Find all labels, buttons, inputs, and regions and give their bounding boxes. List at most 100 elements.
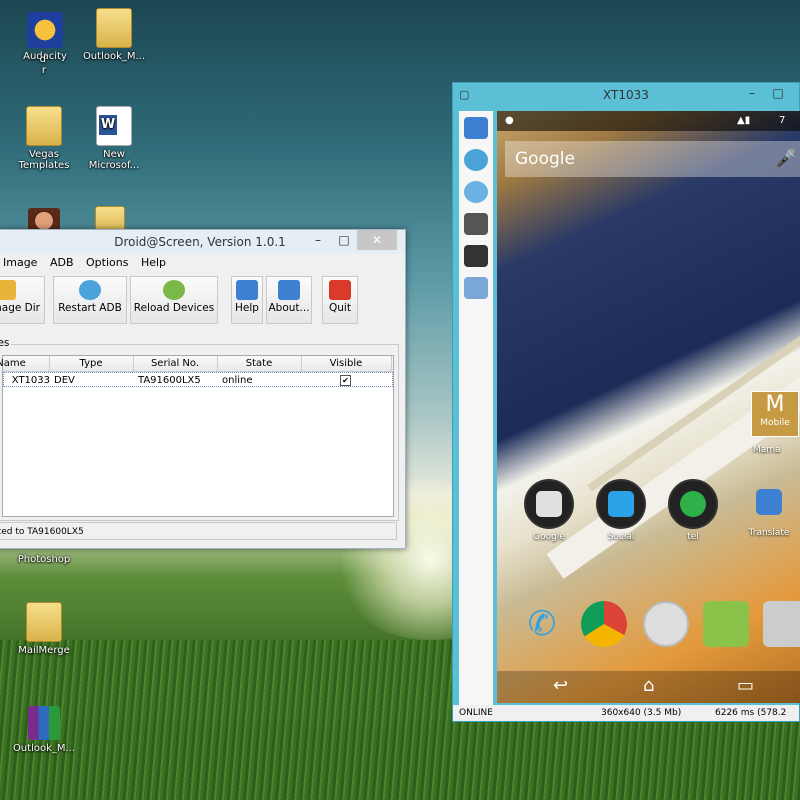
phone-window-titlebar[interactable]: ▢ XT1033 – □: [453, 83, 799, 107]
menu-image[interactable]: Image: [3, 256, 37, 269]
camera-app-icon[interactable]: [763, 601, 800, 647]
home-icon[interactable]: ⌂: [643, 675, 654, 696]
camera-capture-icon[interactable]: [464, 213, 488, 235]
reload-devices-button[interactable]: Reload Devices: [130, 276, 218, 324]
whatsapp-icon: [668, 479, 718, 529]
menu-options[interactable]: Options: [86, 256, 128, 269]
table-row[interactable]: XT1033 DEV TA91600LX5 online ✔: [3, 372, 393, 387]
droid-window-titlebar[interactable]: Droid@Screen, Version 1.0.1 – □ ✕: [0, 230, 405, 254]
app-label: tel: [687, 532, 699, 542]
microphone-icon[interactable]: 🎤: [776, 141, 797, 177]
desktop-icon-label: New Microsof...: [88, 149, 140, 171]
menu-help[interactable]: Help: [141, 256, 166, 269]
word-document-icon: [96, 106, 132, 146]
button-label: Quit: [329, 302, 351, 314]
mobile-widget-icon: M: [765, 392, 785, 417]
device-state-cell: online: [222, 375, 253, 386]
devices-table: Name Type Serial No. State Visible XT103…: [0, 355, 394, 517]
restart-adb-button[interactable]: Restart ADB: [53, 276, 127, 324]
folder-icon: [0, 280, 16, 300]
devices-group-label: Devices: [0, 337, 12, 349]
desktop-icon-label: Outlook_M...: [12, 743, 76, 754]
zoom-icon[interactable]: [464, 181, 488, 203]
column-header-visible[interactable]: Visible: [301, 356, 392, 371]
phone-window: ▢ XT1033 – □ ● 7 ▲▮ Google 🎤 M Mobile Ma…: [452, 82, 800, 722]
app-tel[interactable]: tel: [663, 479, 723, 542]
device-type-cell: DEV: [54, 375, 75, 386]
desktop-icon-outlook-m[interactable]: Outlook_M...: [72, 8, 156, 62]
folder-icon: [26, 106, 62, 146]
droid-status-bar: Connected to TA91600LX5: [0, 522, 397, 540]
app-google[interactable]: Google: [519, 479, 579, 542]
image-dir-button[interactable]: Image Dir: [0, 276, 45, 324]
quit-button[interactable]: Quit: [322, 276, 358, 324]
column-header-type[interactable]: Type: [49, 356, 134, 371]
audacity-icon: [27, 12, 63, 48]
google-search-bar[interactable]: Google 🎤: [505, 141, 800, 177]
button-label: Image Dir: [0, 302, 40, 314]
android-nav-bar: ↩ ⌂ ▭: [497, 671, 800, 703]
reload-icon: [163, 280, 185, 300]
help-button[interactable]: Help: [231, 276, 263, 324]
timing-text: 6226 ms (578.2: [715, 708, 787, 718]
close-button[interactable]: ✕: [357, 230, 397, 250]
devices-group: Devices Name Type Serial No. State Visib…: [0, 337, 399, 521]
android-icon: ▢: [459, 88, 470, 101]
desktop-icon-photoshop[interactable]: Photoshop: [2, 554, 86, 565]
column-header-state[interactable]: State: [217, 356, 302, 371]
desktop-icon-outlook-m-2[interactable]: Outlook_M...: [2, 706, 86, 754]
droid-window-title: Droid@Screen, Version 1.0.1: [114, 235, 286, 249]
phone-screen[interactable]: ● 7 ▲▮ Google 🎤 M Mobile Mama Google Soc…: [497, 111, 800, 703]
maximize-button[interactable]: □: [765, 83, 791, 103]
connection-state-text: ONLINE: [459, 708, 493, 718]
menu-adb[interactable]: ADB: [50, 256, 74, 269]
about-button[interactable]: About...: [266, 276, 312, 324]
minimize-button[interactable]: –: [305, 230, 331, 250]
app-social[interactable]: Social: [591, 479, 651, 542]
android-status-bar: ● 7 ▲▮: [497, 111, 800, 131]
column-header-serial[interactable]: Serial No.: [133, 356, 218, 371]
signal-icon: ▲▮: [737, 115, 751, 126]
mobile-widget[interactable]: M Mobile: [751, 391, 799, 437]
desktop-icon-partial-d[interactable]: d r: [0, 54, 46, 76]
phone-status-bar: ONLINE 360x640 (3.5 Mb) 6226 ms (578.2: [453, 705, 799, 721]
translate-icon: [746, 479, 792, 525]
droid-toolbar: Image Dir Restart ADB Reload Devices Hel…: [0, 272, 405, 324]
droid-menubar: Image ADB Options Help: [0, 254, 405, 272]
button-label: About...: [268, 302, 310, 314]
desktop-icon-mailmerge[interactable]: MailMerge: [2, 602, 86, 656]
chrome-app-icon[interactable]: [581, 601, 627, 647]
desktop-icon-label: Outlook_M...: [82, 51, 146, 62]
mobile-widget-label: Mobile: [760, 418, 790, 428]
device-name-cell: XT1033: [11, 375, 50, 386]
checkbox-check-icon: ✔: [340, 375, 351, 386]
desktop: Audacity Outlook_M... d r Vegas Template…: [0, 0, 800, 800]
twitter-icon: [596, 479, 646, 529]
google-search-text: Google: [515, 149, 575, 169]
film-recording-icon[interactable]: [464, 245, 488, 267]
desktop-icon-new-microsoft[interactable]: New Microsof...: [72, 106, 156, 171]
recents-icon[interactable]: ▭: [737, 675, 754, 696]
minimize-button[interactable]: –: [739, 83, 765, 103]
button-label: Restart ADB: [58, 302, 122, 314]
document-icon[interactable]: [464, 277, 488, 299]
winrar-archive-icon: [28, 706, 60, 740]
connection-status-text: Connected to TA91600LX5: [0, 527, 84, 537]
phone-orientation-icon[interactable]: [464, 117, 488, 139]
devices-table-header: Name Type Serial No. State Visible: [0, 356, 393, 372]
desktop-icon-label: Photoshop: [17, 554, 71, 565]
apps-drawer-icon[interactable]: [643, 601, 689, 647]
rotate-icon[interactable]: [464, 149, 488, 171]
app-translate[interactable]: Translate: [739, 479, 799, 538]
visible-checkbox[interactable]: ✔: [340, 373, 360, 388]
phone-side-toolbar: [459, 111, 493, 711]
back-icon[interactable]: ↩: [553, 675, 568, 696]
clock-text: 7: [779, 115, 786, 126]
maximize-button[interactable]: □: [331, 230, 357, 250]
phone-app-icon[interactable]: ✆: [519, 601, 565, 647]
messaging-app-icon[interactable]: [703, 601, 749, 647]
folder-icon: [26, 602, 62, 642]
app-label: Google: [533, 532, 565, 542]
resolution-text: 360x640 (3.5 Mb): [601, 708, 682, 718]
column-header-name[interactable]: Name: [0, 356, 50, 371]
